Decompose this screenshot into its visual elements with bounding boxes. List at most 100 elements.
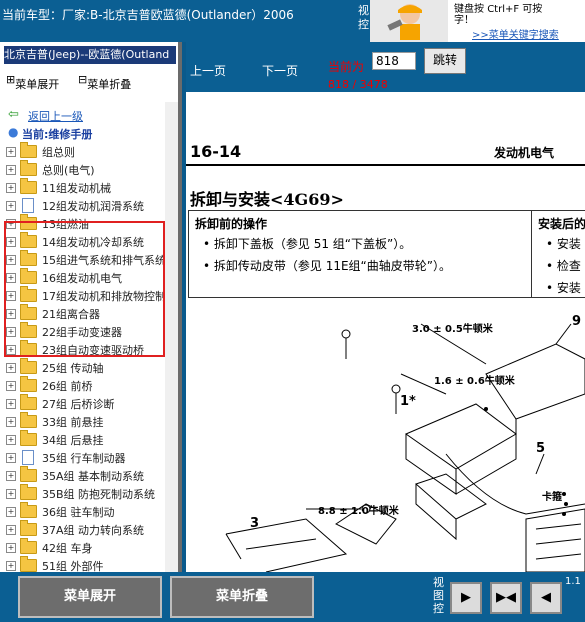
expand-toggle-icon[interactable]: + [6,525,16,535]
expand-toggle-icon[interactable]: + [6,399,16,409]
menu-expand-button[interactable]: 菜单展开 [18,576,162,618]
tree-item-label: 33组 前悬挂 [42,416,104,429]
tree-item[interactable]: +37A组 动力转向系统 [0,520,165,539]
tree-item[interactable]: +34组 后悬挂 [0,430,165,449]
back-link[interactable]: ⇦ 返回上一级 [0,107,165,125]
post-install-item-3: • 安装 [546,281,581,295]
expand-toggle-icon[interactable]: + [6,381,16,391]
mascot-image [370,0,448,42]
folder-icon [20,430,37,446]
expand-toggle-icon[interactable]: + [6,183,16,193]
part-callout-1: 1* [400,394,416,409]
expand-all-link[interactable]: ⊞ 菜单展开 [6,73,59,91]
view-control-label: 视 图 控 [433,576,444,615]
tip-line-2: 字！ [454,15,474,26]
next-page-button[interactable]: 下一页 [262,62,298,79]
section-rule [186,164,585,166]
tree-scrollbar[interactable] [165,102,178,572]
tree-item[interactable]: + 组总则 [0,142,165,161]
tree-item[interactable]: +33组 前悬挂 [0,412,165,431]
expand-toggle-icon[interactable]: + [6,147,16,157]
page-count: 818 / 3478 [328,78,388,91]
book-icon: ● [8,125,19,139]
expand-toggle-icon[interactable]: + [6,471,16,481]
part-callout-9: 9 [572,314,582,329]
top-bar: 当前车型：厂家:B-北京吉普欧蓝德(Outlander）2006 视 控 键盘按… [0,0,585,42]
tree-item-label: 36组 驻车制动 [42,506,115,519]
tree-item-label: 37A组 动力转向系统 [42,524,145,537]
prev-page-button[interactable]: 上一页 [190,62,226,79]
video-control-label: 视 控 [358,4,369,31]
folder-icon [20,556,37,572]
collapse-all-link[interactable]: ⊟ 菜单折叠 [78,73,131,91]
folder-icon [20,178,37,194]
expand-toggle-icon[interactable]: + [6,201,16,211]
post-install-item-1: • 安装 [546,237,581,251]
tree-item[interactable]: +12组发动机润滑系统 [0,197,165,215]
tree-item-label: 51组 外部件 [42,560,104,572]
tree-item[interactable]: +26组 前桥 [0,376,165,395]
tree-item[interactable]: +35A组 基本制动系统 [0,466,165,485]
page-number-input[interactable]: 818 [372,52,416,70]
pre-removal-item-2: • 拆卸传动皮带（参见 11E组“曲轴皮带轮”）。 [203,259,451,273]
expand-toggle-icon[interactable]: + [6,363,16,373]
version-label: 1.1 [565,576,581,587]
folder-icon [20,394,37,410]
tree-item-label: 27组 后桥诊断 [42,398,115,411]
part-callout-5: 5 [536,441,546,456]
folder-icon [20,160,37,176]
prev-arrow-button[interactable]: ◀ [530,582,562,614]
menu-tree-panel: 北京吉普(Jeep)--欧蓝德(Outland ⊞ 菜单展开 ⊟ 菜单折叠 ⇦ … [0,42,182,572]
current-page-label: 当前为 [328,60,365,74]
document-icon [22,198,34,213]
expand-toggle-icon[interactable]: + [6,453,16,463]
tree-item-label: 11组发动机械 [42,182,111,195]
menu-collapse-button[interactable]: 菜单折叠 [170,576,314,618]
tree-item[interactable]: +35B组 防抱死制动系统 [0,484,165,503]
current-node: ● 当前:维修手册 [8,125,93,141]
tree-item[interactable]: + 总则(电气) [0,160,165,179]
current-vehicle-title: 当前车型：厂家:B-北京吉普欧蓝德(Outlander）2006 [2,8,294,22]
tree-toolbar: ⊞ 菜单展开 ⊟ 菜单折叠 [0,70,178,92]
tree-item-label: 总则(电气) [42,164,95,177]
menu-keyword-search-link[interactable]: >>菜单关键字搜索 [472,26,559,41]
jump-button[interactable]: 跳转 [424,48,466,74]
expand-toggle-icon[interactable]: + [6,435,16,445]
folder-icon [20,520,37,536]
exploded-parts-diagram: 3.0 ± 0.5牛顿米 1.6 ± 0.6牛顿米 8.8 ± 1.0牛顿米 1… [186,304,585,572]
tree-item-label: 35组 行车制动器 [42,452,126,465]
pre-removal-heading: 拆卸前的操作 [195,217,268,231]
tree-item[interactable]: +42组 车身 [0,538,165,557]
folder-icon [20,376,37,392]
fit-width-button[interactable]: ▶◀ [490,582,522,614]
tree-item[interactable]: +36组 驻车制动 [0,502,165,521]
document-icon [22,450,34,465]
torque-label-2: 1.6 ± 0.6牛顿米 [434,376,515,387]
expand-toggle-icon[interactable]: + [6,489,16,499]
folder-icon [20,466,37,482]
tree-item[interactable]: +35组 行车制动器 [0,449,165,467]
expand-toggle-icon[interactable]: + [6,507,16,517]
tree-item-label: 35B组 防抱死制动系统 [42,488,156,501]
expand-toggle-icon[interactable]: + [6,417,16,427]
play-left-icon: ◀ [541,590,551,605]
tree-item[interactable]: +27组 后桥诊断 [0,394,165,413]
expand-toggle-icon[interactable]: + [6,561,16,571]
page-nav-bar: 上一页 下一页 当前为 818 跳转 818 / 3478 [186,42,585,92]
folder-icon [20,412,37,428]
folder-icon [20,484,37,500]
post-install-heading: 安装后的 [538,217,585,231]
tree-item-label: 35A组 基本制动系统 [42,470,145,483]
play-right-icon: ▶ [461,590,471,605]
back-arrow-icon: ⇦ [8,107,19,122]
next-arrow-button[interactable]: ▶ [450,582,482,614]
expand-toggle-icon[interactable]: + [6,543,16,553]
torque-label-1: 3.0 ± 0.5牛顿米 [412,324,493,335]
torque-label-3: 8.8 ± 1.0牛顿米 [318,506,399,517]
tree-item[interactable]: +11组发动机械 [0,178,165,197]
tree-item-label: 34组 后悬挂 [42,434,104,447]
bottom-toolbar: 菜单展开 菜单折叠 视 图 控 ▶ ▶◀ ◀ 1.1 [0,572,585,622]
tree-item[interactable]: +25组 传动轴 [0,358,165,377]
expand-toggle-icon[interactable]: + [6,165,16,175]
tree-item[interactable]: +51组 外部件 [0,556,165,572]
